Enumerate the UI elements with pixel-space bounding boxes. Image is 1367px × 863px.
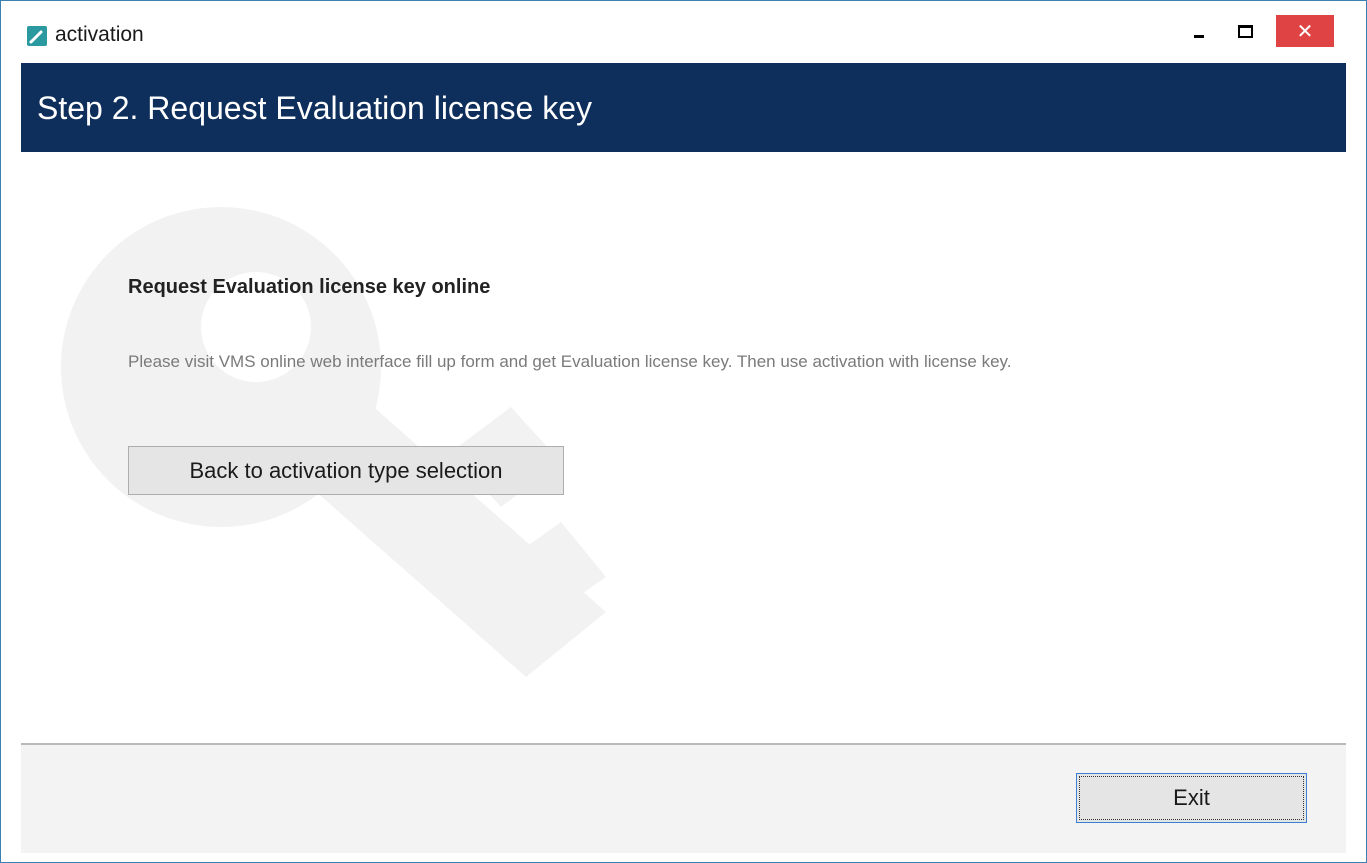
description-text: Please visit VMS online web interface fi… — [128, 352, 1012, 371]
maximize-icon — [1237, 24, 1253, 38]
close-icon: ✕ — [1296, 20, 1314, 43]
back-to-activation-type-button[interactable]: Back to activation type selection — [128, 446, 564, 495]
footer-bar: Exit — [21, 745, 1346, 853]
close-button[interactable]: ✕ — [1276, 15, 1334, 47]
step-header: Step 2. Request Evaluation license key — [21, 63, 1346, 152]
main-content: Request Evaluation license key online Pl… — [21, 152, 1346, 744]
window-title: activation — [55, 23, 144, 46]
minimize-icon — [1194, 34, 1204, 38]
maximize-button[interactable] — [1222, 15, 1268, 47]
activation-window: activation ✕ Step 2. Request Evaluation … — [0, 0, 1367, 863]
title-bar[interactable]: activation ✕ — [1, 1, 1366, 63]
page-title: Step 2. Request Evaluation license key — [37, 90, 592, 126]
activation-app-icon — [27, 26, 47, 46]
minimize-button[interactable] — [1176, 15, 1222, 47]
section-title: Request Evaluation license key online — [128, 276, 491, 298]
exit-button[interactable]: Exit — [1076, 773, 1307, 823]
